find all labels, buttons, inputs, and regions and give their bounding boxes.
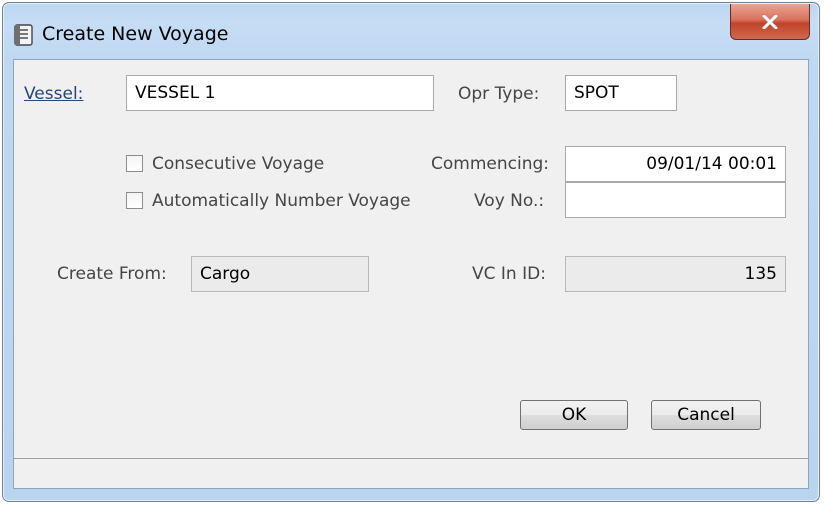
consecutive-voyage-checkbox[interactable] xyxy=(126,155,143,172)
create-from-label: Create From: xyxy=(57,264,167,284)
cancel-button[interactable]: Cancel xyxy=(651,400,761,430)
auto-number-voyage-checkbox[interactable] xyxy=(126,192,143,209)
title-bar[interactable]: Create New Voyage xyxy=(3,3,819,59)
vc-in-id-field: 135 xyxy=(565,256,786,292)
vc-in-id-label: VC In ID: xyxy=(472,264,546,284)
dialog-icon xyxy=(14,24,34,46)
status-bar xyxy=(14,458,808,488)
ok-button[interactable]: OK xyxy=(520,400,628,430)
voy-no-label: Voy No.: xyxy=(474,191,545,211)
consecutive-voyage-label: Consecutive Voyage xyxy=(152,154,325,174)
vessel-field[interactable]: VESSEL 1 xyxy=(126,75,434,111)
commencing-label: Commencing: xyxy=(431,154,549,174)
voy-no-field[interactable] xyxy=(565,182,786,218)
close-button[interactable] xyxy=(730,4,810,40)
create-from-field: Cargo xyxy=(191,256,369,292)
auto-number-voyage-label: Automatically Number Voyage xyxy=(152,191,411,211)
close-icon xyxy=(762,14,778,29)
vessel-label-link[interactable]: Vessel: xyxy=(24,84,83,104)
commencing-field[interactable]: 09/01/14 00:01 xyxy=(565,146,786,182)
opr-type-field[interactable]: SPOT xyxy=(565,75,677,111)
dialog-title: Create New Voyage xyxy=(42,23,229,45)
opr-type-label: Opr Type: xyxy=(458,84,540,104)
dialog-body: Vessel: VESSEL 1 Opr Type: SPOT Consecut… xyxy=(13,59,809,489)
create-voyage-dialog: Create New Voyage Vessel: VESSEL 1 Opr T… xyxy=(2,2,820,502)
